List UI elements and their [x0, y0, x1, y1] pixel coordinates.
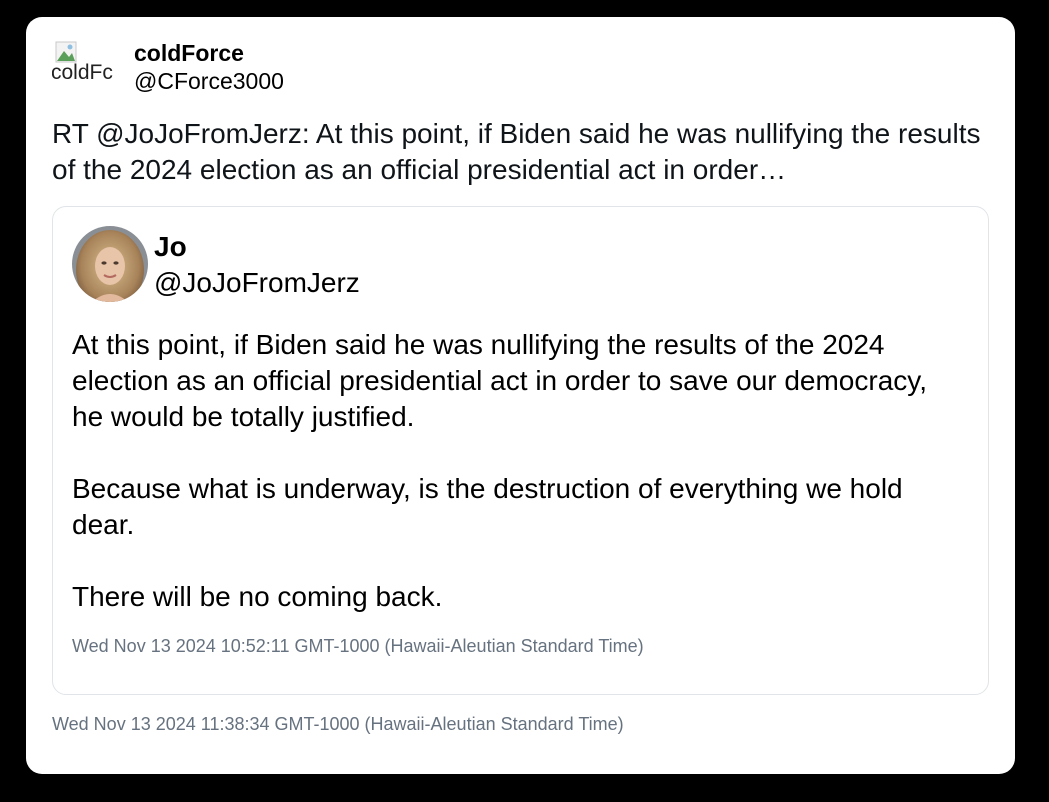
quoted-author-avatar[interactable] — [72, 226, 148, 302]
author-display-name[interactable]: coldForce — [134, 39, 284, 67]
quoted-paragraph: At this point, if Biden said he was null… — [72, 329, 927, 432]
quoted-author-name-block: Jo @JoJoFromJerz — [154, 229, 360, 301]
broken-image-icon — [55, 41, 77, 63]
avatar-portrait-icon — [72, 226, 148, 302]
tweet-text: RT @JoJoFromJerz: At this point, if Bide… — [52, 118, 981, 185]
quoted-author-handle[interactable]: @JoJoFromJerz — [154, 265, 360, 301]
author-name-block: coldForce @CForce3000 — [134, 39, 284, 95]
quoted-tweet-text: At this point, if Biden said he was null… — [72, 327, 962, 615]
author-avatar[interactable]: coldFc — [52, 41, 124, 91]
quoted-tweet[interactable]: Jo @JoJoFromJerz At this point, if Biden… — [52, 206, 989, 695]
tweet-timestamp[interactable]: Wed Nov 13 2024 11:38:34 GMT-1000 (Hawai… — [52, 713, 624, 735]
author-handle[interactable]: @CForce3000 — [134, 67, 284, 95]
quoted-paragraph: There will be no coming back. — [72, 581, 443, 612]
tweet-card: coldFc coldForce @CForce3000 RT @JoJoFro… — [26, 17, 1015, 774]
avatar-alt-text: coldFc — [52, 61, 113, 84]
quoted-author-display-name[interactable]: Jo — [154, 229, 360, 265]
quoted-paragraph: Because what is underway, is the destruc… — [72, 473, 903, 540]
quoted-timestamp[interactable]: Wed Nov 13 2024 10:52:11 GMT-1000 (Hawai… — [72, 635, 644, 657]
